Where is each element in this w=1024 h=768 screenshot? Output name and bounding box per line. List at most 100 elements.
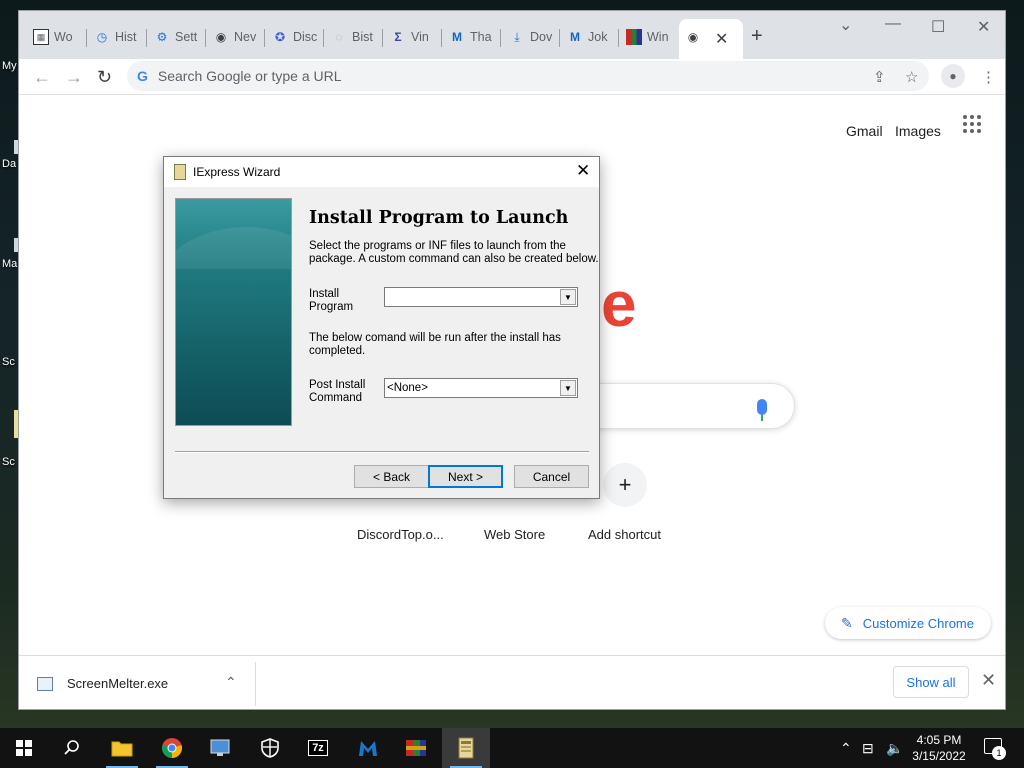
post-install-combobox[interactable]: <None> ▼: [384, 378, 578, 398]
voice-search-icon[interactable]: [757, 399, 767, 415]
reload-icon[interactable]: ↻: [97, 67, 112, 88]
history-icon: ◷: [96, 30, 108, 44]
show-all-button[interactable]: Show all: [893, 666, 969, 698]
discord-icon: ✪: [274, 30, 286, 44]
winrar-button[interactable]: [392, 728, 440, 768]
install-program-label-2: Program: [309, 301, 354, 313]
desktop-icon-label[interactable]: Sc: [2, 356, 15, 368]
add-shortcut-icon[interactable]: +: [603, 463, 647, 507]
install-program-label-1: Install: [309, 288, 340, 300]
tab-8[interactable]: M Tha: [449, 25, 495, 49]
desktop-icon-label[interactable]: Ma: [2, 258, 17, 270]
profile-avatar-icon[interactable]: ●: [941, 64, 965, 88]
clock[interactable]: 4:05 PM 3/15/2022: [906, 732, 972, 764]
tab-divider: [559, 29, 560, 47]
iexpress-app-icon: [174, 164, 186, 180]
forward-icon[interactable]: →: [65, 67, 83, 88]
tab-1[interactable]: ▦ Wo: [33, 25, 81, 49]
close-download-bar-icon[interactable]: ✕: [981, 670, 996, 691]
after-text-line2: completed.: [309, 345, 366, 357]
notification-count-badge: 1: [992, 746, 1006, 760]
desktop-icon-label[interactable]: My: [2, 60, 17, 72]
windows-security-button[interactable]: [246, 728, 294, 768]
7zip-icon: 7z: [308, 740, 328, 756]
back-icon[interactable]: ←: [33, 67, 51, 88]
volume-icon[interactable]: 🔈: [886, 740, 903, 757]
tab-label: Wo: [54, 30, 73, 44]
tab-label: Jok: [588, 30, 608, 44]
tab-search-icon[interactable]: ⌄: [839, 15, 852, 35]
tab-divider: [382, 29, 383, 47]
windows-logo-icon: [16, 740, 32, 756]
install-program-combobox[interactable]: ▼: [384, 287, 578, 307]
cancel-button[interactable]: Cancel: [514, 465, 589, 488]
clock-date: 3/15/2022: [912, 749, 966, 763]
network-icon[interactable]: ⊟: [862, 740, 874, 757]
control-panel-button[interactable]: [196, 728, 244, 768]
sheets-icon: ▦: [33, 29, 49, 45]
tab-9[interactable]: ⤓ Dov: [509, 25, 555, 49]
google-apps-icon[interactable]: [963, 115, 981, 133]
omnibox[interactable]: G Search Google or type a URL: [127, 61, 929, 91]
7zip-button[interactable]: 7z: [294, 728, 342, 768]
tab-2[interactable]: ◷ Hist: [94, 25, 142, 49]
file-explorer-button[interactable]: [98, 728, 146, 768]
dropdown-arrow-icon[interactable]: ▼: [560, 289, 576, 305]
tab-5[interactable]: ✪ Disc: [272, 25, 318, 49]
close-dialog-icon[interactable]: ✕: [576, 161, 590, 181]
download-bar: ScreenMelter.exe ⌃ Show all ✕: [19, 655, 1005, 709]
new-tab-icon[interactable]: +: [751, 25, 763, 48]
desktop-icon-label[interactable]: Da: [2, 158, 16, 170]
show-hidden-icons-chevron[interactable]: ⌃: [840, 740, 852, 757]
minimize-icon[interactable]: —: [885, 15, 901, 33]
back-button[interactable]: < Back: [354, 465, 429, 488]
clock-time: 4:05 PM: [916, 733, 962, 747]
close-tab-icon[interactable]: ✕: [715, 29, 728, 49]
folder-icon: [111, 741, 133, 757]
close-window-icon[interactable]: ✕: [977, 17, 990, 37]
chrome-icon: [162, 738, 182, 758]
next-button[interactable]: Next >: [428, 465, 503, 488]
chevron-up-icon[interactable]: ⌃: [225, 674, 237, 691]
shortcut-web-store[interactable]: Web Store: [484, 527, 545, 542]
tab-divider: [618, 29, 619, 47]
tab-divider: [86, 29, 87, 47]
tab-label: Vin: [411, 30, 429, 44]
chrome-icon: ◉: [687, 30, 699, 44]
menu-kebab-icon[interactable]: ⋮: [981, 68, 996, 86]
share-icon[interactable]: ⇪: [873, 68, 886, 86]
tab-10[interactable]: M Jok: [567, 25, 613, 49]
tab-4[interactable]: ◉ Nev: [213, 25, 259, 49]
shortcut-discord[interactable]: DiscordTop.o...: [357, 527, 444, 542]
chrome-button[interactable]: [148, 728, 196, 768]
gmail-link[interactable]: Gmail: [846, 123, 883, 139]
tab-label: Nev: [234, 30, 257, 44]
tab-6[interactable]: ◌ Bist: [331, 25, 377, 49]
tab-label: Dov: [530, 30, 553, 44]
dropdown-arrow-icon[interactable]: ▼: [560, 380, 576, 396]
malwarebytes-button[interactable]: [344, 728, 392, 768]
tab-label: Disc: [293, 30, 318, 44]
download-item[interactable]: ScreenMelter.exe: [37, 676, 168, 691]
search-button[interactable]: [48, 728, 96, 768]
tab-label: Hist: [115, 30, 137, 44]
search-icon: [64, 740, 79, 755]
desktop-icon-label[interactable]: Sc: [2, 456, 15, 468]
omnibox-placeholder: Search Google or type a URL: [157, 68, 342, 84]
tab-label: Sett: [175, 30, 198, 44]
shortcut-add[interactable]: Add shortcut: [588, 527, 661, 542]
tab-3[interactable]: ⚙ Sett: [154, 25, 202, 49]
tab-11[interactable]: Win: [626, 25, 672, 49]
customize-chrome-button[interactable]: ✎ Customize Chrome: [825, 607, 991, 639]
winrar-icon: [406, 740, 426, 756]
dialog-titlebar[interactable]: IExpress Wizard ✕: [164, 157, 599, 187]
maximize-icon[interactable]: ☐: [931, 17, 945, 37]
images-link[interactable]: Images: [895, 123, 941, 139]
iexpress-button[interactable]: [442, 728, 490, 768]
bookmark-star-icon[interactable]: ☆: [905, 68, 918, 86]
settings-icon: ⚙: [156, 30, 168, 44]
start-button[interactable]: [0, 728, 48, 768]
shield-icon: [261, 738, 279, 758]
tab-7[interactable]: Σ Vin: [390, 25, 436, 49]
tab-divider: [500, 29, 501, 47]
